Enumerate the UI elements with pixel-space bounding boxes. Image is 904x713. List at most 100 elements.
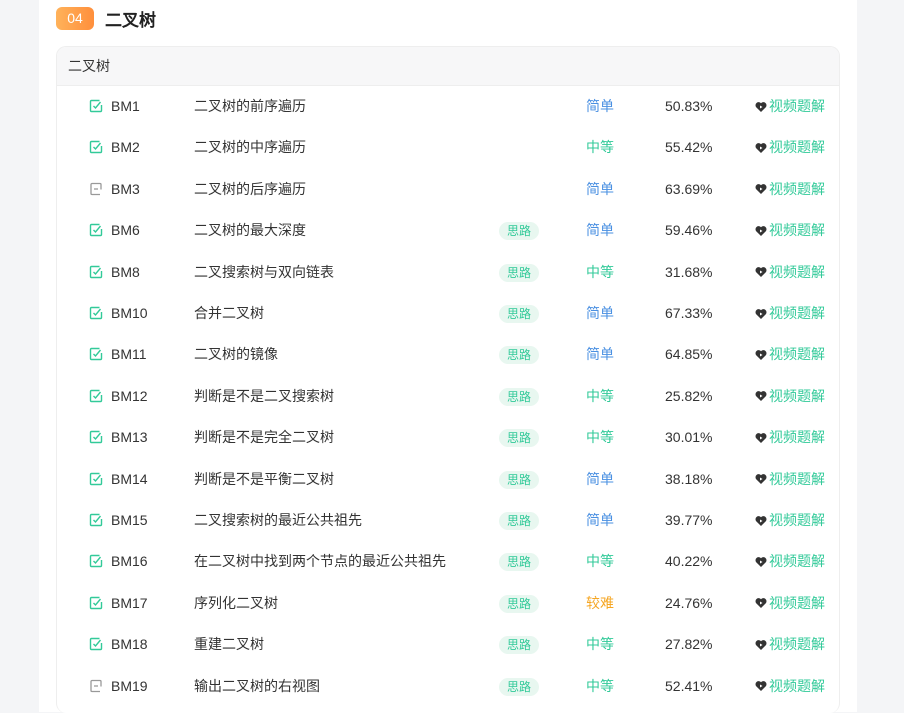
section-header: 04 二叉树 [56, 6, 156, 30]
video-heart-icon [755, 390, 769, 402]
difficulty-label: 中等 [586, 139, 614, 156]
video-solution-label: 视频题解 [769, 139, 825, 156]
video-solution-label: 视频题解 [769, 387, 825, 404]
problem-title-link[interactable]: 在二叉树中找到两个节点的最近公共祖先 [194, 541, 446, 582]
problem-row[interactable]: BM8 二叉搜索树与双向链表 思路 中等 31.68% 视频题解 [57, 252, 839, 293]
problem-title-link[interactable]: 判断是不是平衡二叉树 [194, 459, 334, 500]
difficulty-label: 简单 [586, 512, 614, 528]
solved-check-icon [89, 430, 103, 444]
solved-check-icon [89, 99, 103, 113]
idea-badge[interactable]: 思路 [499, 512, 540, 530]
problem-code: BM16 [111, 553, 148, 570]
problem-title-link[interactable]: 序列化二叉树 [194, 583, 278, 624]
idea-badge[interactable]: 思路 [499, 387, 540, 406]
video-solution-link[interactable]: 视频题解 [755, 583, 825, 624]
video-solution-label: 视频题解 [769, 470, 825, 487]
problem-title-link[interactable]: 二叉树的前序遍历 [194, 86, 306, 127]
video-solution-link[interactable]: 视频题解 [755, 293, 825, 334]
problem-row[interactable]: BM12 判断是不是二叉搜索树 思路 中等 25.82% 视频题解 [57, 376, 839, 417]
pass-rate: 39.77% [665, 512, 713, 528]
solved-check-icon [89, 223, 103, 237]
video-solution-label: 视频题解 [769, 180, 825, 197]
pass-rate: 27.82% [665, 636, 713, 653]
idea-badge[interactable]: 思路 [499, 263, 540, 282]
video-solution-link[interactable]: 视频题解 [755, 86, 825, 127]
video-solution-link[interactable]: 视频题解 [755, 541, 825, 582]
problem-row[interactable]: BM2 二叉树的中序遍历 中等 55.42% 视频题解 [57, 127, 839, 168]
difficulty-label: 简单 [586, 470, 614, 487]
problem-title-link[interactable]: 二叉树的后序遍历 [194, 169, 306, 210]
problem-title-link[interactable]: 二叉搜索树的最近公共祖先 [194, 500, 362, 541]
video-solution-link[interactable]: 视频题解 [755, 169, 825, 210]
problem-list-panel: 二叉树 BM1 二叉树的前序遍历 简单 50.83% 视频题解 BM2 二叉树的中序遍历 中等… [56, 46, 840, 713]
video-heart-icon [755, 556, 769, 568]
video-solution-label: 视频题解 [769, 222, 825, 239]
video-solution-link[interactable]: 视频题解 [755, 417, 825, 458]
problem-row[interactable]: BM15 二叉搜索树的最近公共祖先 思路 简单 39.77% 视频题解 [57, 500, 839, 541]
difficulty-label: 中等 [586, 263, 614, 280]
problem-title-link[interactable]: 二叉树的最大深度 [194, 210, 306, 251]
problem-code: BM17 [111, 594, 148, 611]
problem-row[interactable]: BM6 二叉树的最大深度 思路 简单 59.46% 视频题解 [57, 210, 839, 251]
pass-rate: 52.41% [665, 677, 713, 694]
problem-row[interactable]: BM10 合并二叉树 思路 简单 67.33% 视频题解 [57, 293, 839, 334]
idea-badge[interactable]: 思路 [499, 305, 540, 323]
problem-row[interactable]: BM3 二叉树的后序遍历 简单 63.69% 视频题解 [57, 169, 839, 210]
video-heart-icon [755, 225, 769, 237]
problem-row[interactable]: BM11 二叉树的镜像 思路 简单 64.85% 视频题解 [57, 334, 839, 375]
problem-row[interactable]: BM16 在二叉树中找到两个节点的最近公共祖先 思路 中等 40.22% 视频题解 [57, 541, 839, 582]
video-solution-link[interactable]: 视频题解 [755, 127, 825, 168]
pass-rate: 55.42% [665, 139, 713, 156]
problem-title-link[interactable]: 判断是不是二叉搜索树 [194, 376, 334, 417]
idea-badge[interactable]: 思路 [499, 222, 540, 241]
video-solution-label: 视频题解 [769, 594, 825, 611]
problem-title-link[interactable]: 判断是不是完全二叉树 [194, 417, 334, 458]
difficulty-label: 中等 [586, 387, 614, 404]
problem-title-link[interactable]: 二叉树的镜像 [194, 334, 278, 375]
problem-row[interactable]: BM14 判断是不是平衡二叉树 思路 简单 38.18% 视频题解 [57, 459, 839, 500]
idea-badge[interactable]: 思路 [499, 429, 540, 448]
video-solution-link[interactable]: 视频题解 [755, 624, 825, 665]
problem-code: BM13 [111, 429, 148, 446]
idea-badge[interactable]: 思路 [499, 677, 540, 696]
idea-badge[interactable]: 思路 [499, 636, 540, 655]
problem-row[interactable]: BM13 判断是不是完全二叉树 思路 中等 30.01% 视频题解 [57, 417, 839, 458]
video-solution-link[interactable]: 视频题解 [755, 210, 825, 251]
pass-rate: 40.22% [665, 553, 713, 570]
idea-badge[interactable]: 思路 [499, 470, 540, 489]
video-solution-label: 视频题解 [769, 429, 825, 446]
difficulty-label: 中等 [586, 636, 614, 653]
problem-row[interactable]: BM1 二叉树的前序遍历 简单 50.83% 视频题解 [57, 86, 839, 127]
problem-code: BM15 [111, 512, 148, 528]
problem-title-link[interactable]: 重建二叉树 [194, 624, 264, 665]
idea-badge[interactable]: 思路 [499, 594, 540, 613]
problem-row[interactable]: BM18 重建二叉树 思路 中等 27.82% 视频题解 [57, 624, 839, 665]
problem-code: BM1 [111, 98, 140, 114]
problem-code: BM19 [111, 677, 148, 694]
video-solution-link[interactable]: 视频题解 [755, 500, 825, 541]
problem-title-link[interactable]: 输出二叉树的右视图 [194, 666, 320, 707]
video-heart-icon [755, 515, 769, 527]
difficulty-label: 简单 [586, 180, 614, 197]
video-solution-link[interactable]: 视频题解 [755, 376, 825, 417]
problem-title-link[interactable]: 合并二叉树 [194, 293, 264, 334]
video-solution-link[interactable]: 视频题解 [755, 252, 825, 293]
video-solution-link[interactable]: 视频题解 [755, 666, 825, 707]
problem-row[interactable]: BM17 序列化二叉树 思路 较难 24.76% 视频题解 [57, 583, 839, 624]
problem-title-link[interactable]: 二叉树的中序遍历 [194, 127, 306, 168]
solved-check-icon [89, 472, 103, 486]
problem-row[interactable]: BM19 输出二叉树的右视图 思路 中等 52.41% 视频题解 [57, 666, 839, 707]
video-heart-icon [755, 473, 769, 485]
unsolved-icon [89, 679, 103, 693]
problem-title-link[interactable]: 二叉搜索树与双向链表 [194, 252, 334, 293]
difficulty-label: 中等 [586, 553, 614, 570]
idea-badge[interactable]: 思路 [499, 346, 540, 365]
unsolved-icon [89, 182, 103, 196]
video-solution-label: 视频题解 [769, 98, 825, 114]
video-solution-link[interactable]: 视频题解 [755, 334, 825, 375]
difficulty-label: 中等 [586, 429, 614, 446]
video-heart-icon [755, 101, 769, 113]
idea-badge[interactable]: 思路 [499, 553, 540, 572]
video-solution-link[interactable]: 视频题解 [755, 459, 825, 500]
video-heart-icon [755, 597, 769, 609]
